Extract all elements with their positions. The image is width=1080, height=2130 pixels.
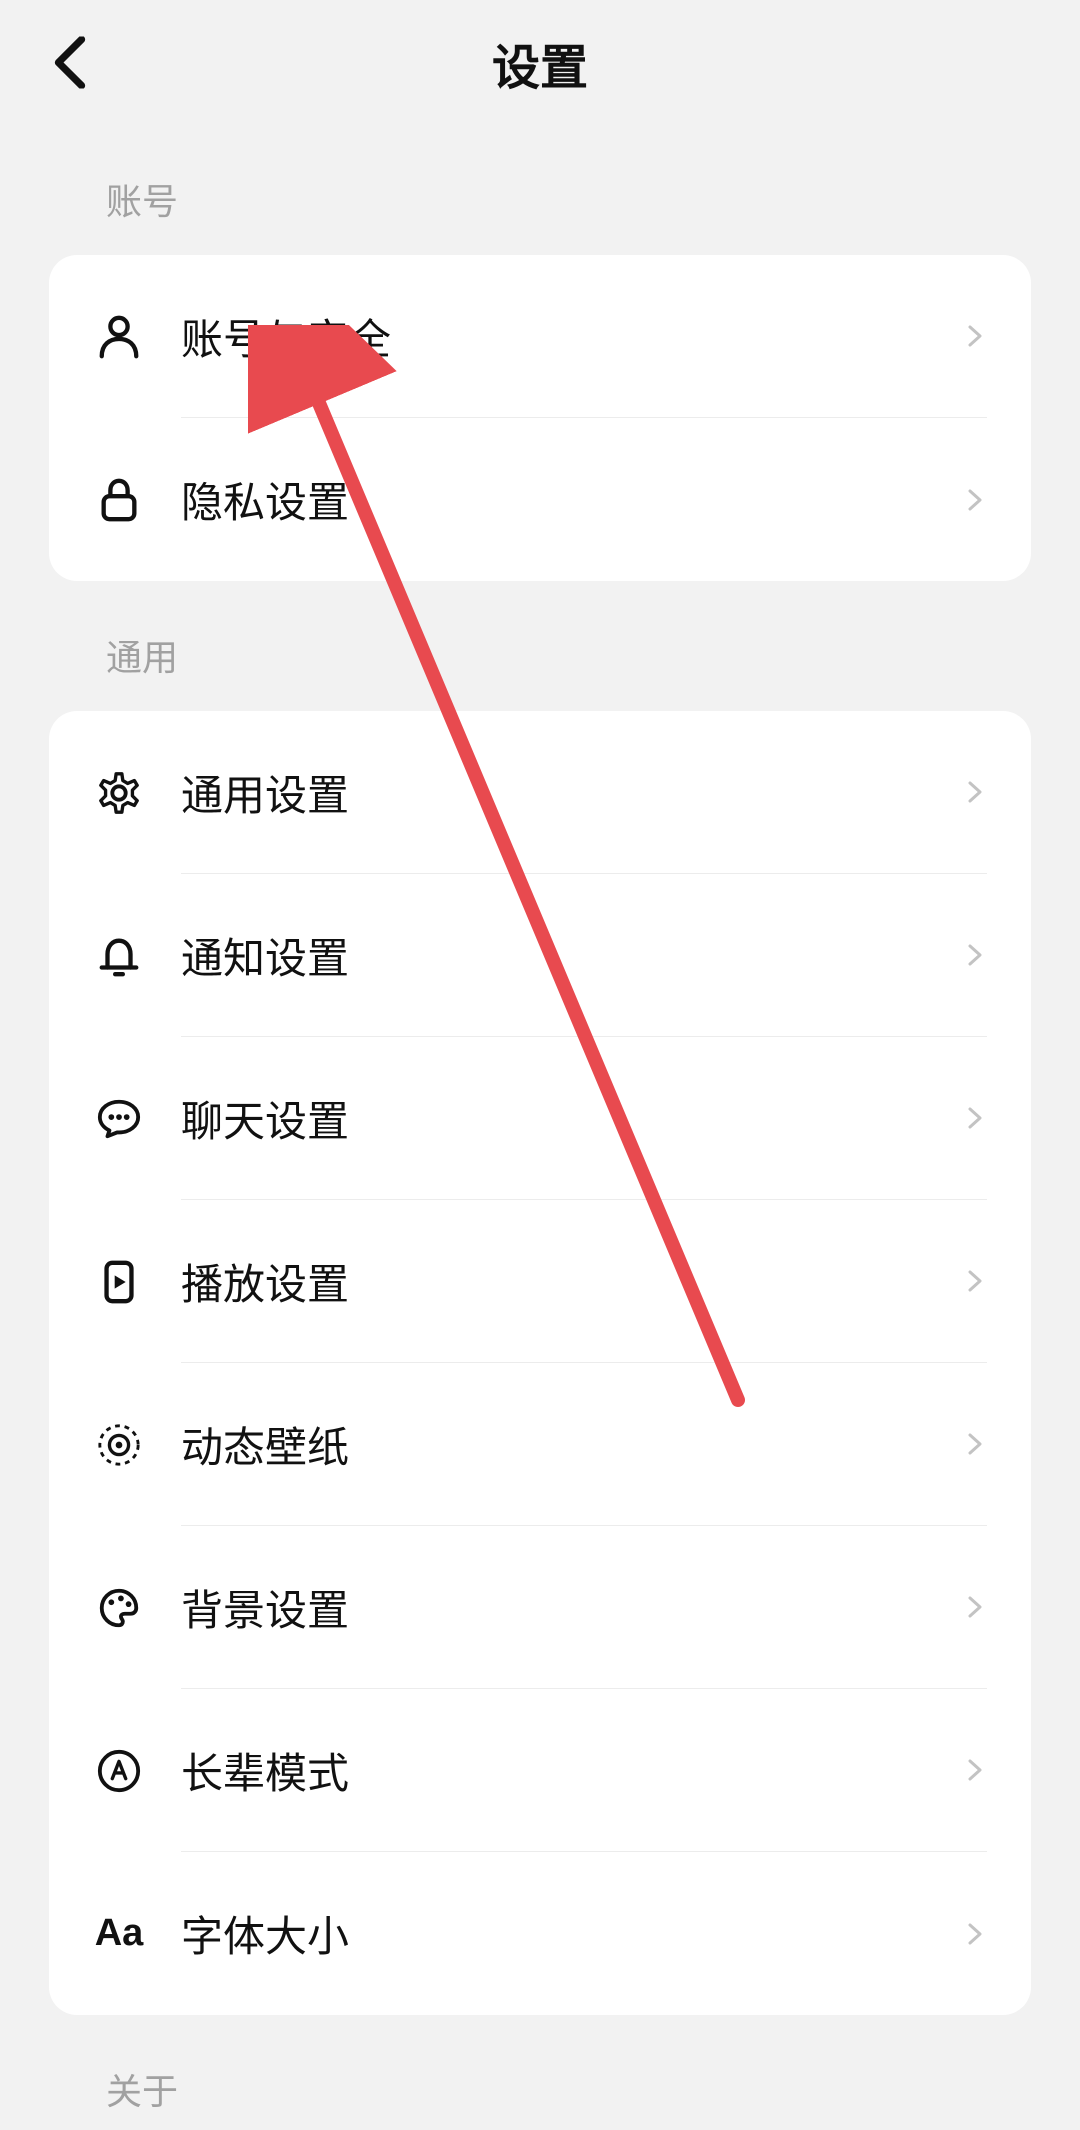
row-label: 动态壁纸: [181, 1414, 963, 1475]
row-label: 账号与安全: [181, 306, 963, 367]
row-playback[interactable]: 播放设置: [49, 1200, 1031, 1363]
palette-icon: [93, 1585, 145, 1631]
font-aa-icon: Aa: [93, 1912, 145, 1955]
chevron-right-icon: [963, 1269, 987, 1293]
row-label: 字体大小: [181, 1903, 963, 1964]
row-account-security[interactable]: 账号与安全: [49, 255, 1031, 418]
section-label-general: 通用: [0, 581, 1080, 711]
page-header: 设置: [0, 0, 1080, 125]
chevron-right-icon: [963, 488, 987, 512]
gear-icon: [93, 770, 145, 816]
row-chat[interactable]: 聊天设置: [49, 1037, 1031, 1200]
circle-a-icon: [93, 1748, 145, 1794]
chevron-right-icon: [963, 943, 987, 967]
back-button[interactable]: [42, 35, 97, 90]
row-background[interactable]: 背景设置: [49, 1526, 1031, 1689]
row-label: 长辈模式: [181, 1740, 963, 1801]
wallpaper-icon: [93, 1422, 145, 1468]
section-general: 通用设置 通知设置: [49, 711, 1031, 2015]
person-icon: [93, 314, 145, 360]
chevron-right-icon: [963, 1758, 987, 1782]
row-general-settings[interactable]: 通用设置: [49, 711, 1031, 874]
row-notifications[interactable]: 通知设置: [49, 874, 1031, 1037]
row-label: 通用设置: [181, 762, 963, 823]
row-label: 播放设置: [181, 1251, 963, 1312]
chevron-right-icon: [963, 324, 987, 348]
row-privacy[interactable]: 隐私设置: [49, 418, 1031, 581]
lock-icon: [93, 477, 145, 523]
section-label-about: 关于: [0, 2015, 1080, 2115]
chevron-left-icon: [52, 37, 88, 89]
row-font-size[interactable]: Aa 字体大小: [49, 1852, 1031, 2015]
bell-icon: [93, 933, 145, 979]
chevron-right-icon: [963, 1432, 987, 1456]
row-label: 通知设置: [181, 925, 963, 986]
play-device-icon: [93, 1259, 145, 1305]
chevron-right-icon: [963, 780, 987, 804]
chevron-right-icon: [963, 1922, 987, 1946]
row-label: 隐私设置: [181, 469, 963, 530]
chat-icon: [93, 1096, 145, 1142]
section-account: 账号与安全 隐私设置: [49, 255, 1031, 581]
chevron-right-icon: [963, 1106, 987, 1130]
chevron-right-icon: [963, 1595, 987, 1619]
row-elder-mode[interactable]: 长辈模式: [49, 1689, 1031, 1852]
row-wallpaper[interactable]: 动态壁纸: [49, 1363, 1031, 1526]
page-title: 设置: [492, 28, 588, 98]
row-label: 背景设置: [181, 1577, 963, 1638]
section-label-account: 账号: [0, 125, 1080, 255]
row-label: 聊天设置: [181, 1088, 963, 1149]
